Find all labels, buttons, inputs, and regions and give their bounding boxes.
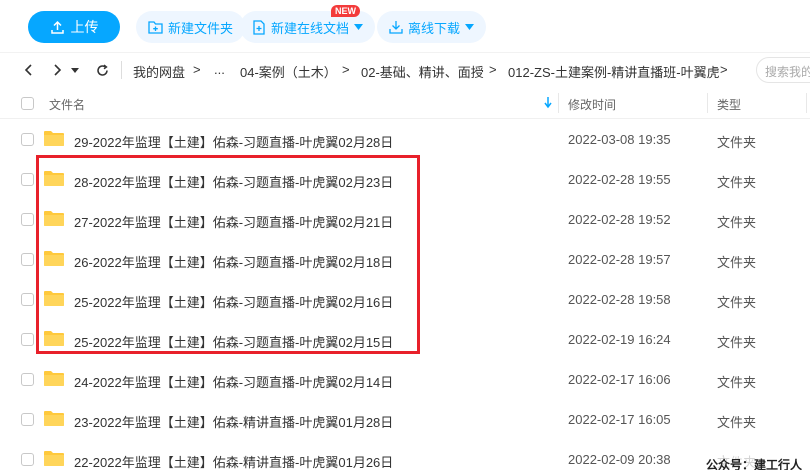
breadcrumb-item[interactable]: 02-基础、精讲、面授: [361, 62, 484, 81]
forward-icon: [54, 64, 62, 76]
file-type: 文件夹: [717, 375, 757, 390]
file-modified-time: 2022-02-17 16:05: [568, 412, 671, 427]
sort-arrow-icon[interactable]: [544, 97, 552, 109]
row-checkbox[interactable]: [21, 213, 34, 226]
file-type: 文件夹: [717, 135, 757, 150]
select-all-checkbox[interactable]: [21, 97, 34, 110]
search-input[interactable]: 搜索我的: [756, 57, 810, 83]
row-checkbox[interactable]: [21, 133, 34, 146]
download-icon: [389, 21, 403, 34]
row-checkbox[interactable]: [21, 413, 34, 426]
column-header-modified[interactable]: 修改时间: [568, 96, 616, 113]
offline-download-label: 离线下载: [408, 20, 461, 36]
breadcrumb-separator: >: [489, 62, 497, 77]
file-modified-time: 2022-02-19 16:24: [568, 332, 671, 347]
file-type: 文件夹: [717, 335, 757, 350]
file-type: 文件夹: [717, 175, 757, 190]
file-row[interactable]: 24-2022年监理【土建】佑森-习题直播-叶虎翼02月14日 2022-02-1…: [0, 359, 810, 399]
file-type: 文件夹: [717, 295, 757, 310]
folder-icon: [44, 451, 64, 466]
file-name[interactable]: 22-2022年监理【土建】佑森-精讲直播-叶虎翼01月26日: [74, 452, 393, 470]
navigation-bar: 我的网盘 > ... 04-案例（土木） > 02-基础、精讲、面授 > 012…: [0, 54, 810, 86]
forward-button[interactable]: [49, 61, 67, 79]
file-modified-time: 2022-02-17 16:06: [568, 372, 671, 387]
folder-icon: [44, 371, 64, 386]
new-doc-icon: [253, 19, 265, 35]
nav-divider: [121, 61, 122, 79]
breadcrumb-separator: >: [720, 62, 728, 77]
breadcrumb-current[interactable]: 012-ZS-土建案例-精讲直播班-叶翼虎: [508, 62, 720, 81]
column-divider[interactable]: [806, 93, 807, 113]
upload-icon: [50, 20, 64, 34]
breadcrumb-item[interactable]: 04-案例（土木）: [240, 62, 337, 81]
chevron-down-icon: [71, 67, 79, 73]
file-row[interactable]: 23-2022年监理【土建】佑森-精讲直播-叶虎翼01月28日 2022-02-1…: [0, 399, 810, 439]
folder-icon: [44, 131, 64, 146]
refresh-icon: [96, 63, 108, 76]
column-divider[interactable]: [558, 93, 559, 113]
back-button[interactable]: [19, 61, 37, 79]
column-header-name[interactable]: 文件名: [49, 96, 85, 113]
file-type: 文件夹: [717, 215, 757, 230]
table-header: 文件名 修改时间 类型: [0, 88, 810, 118]
toolbar-divider: [0, 52, 810, 53]
watermark: 公众号：建工行人: [706, 456, 803, 470]
file-row[interactable]: 29-2022年监理【土建】佑森-习题直播-叶虎翼02月28日 2022-03-0…: [0, 119, 810, 159]
folder-icon: [44, 411, 64, 426]
new-online-doc-label: 新建在线文档: [271, 20, 350, 36]
new-folder-label: 新建文件夹: [168, 20, 234, 36]
file-type: 文件夹: [717, 255, 757, 270]
file-modified-time: 2022-02-09 20:38: [568, 452, 671, 467]
file-modified-time: 2022-02-28 19:58: [568, 292, 671, 307]
column-header-type[interactable]: 类型: [717, 96, 741, 113]
upload-label: 上传: [70, 19, 99, 35]
new-folder-icon: [148, 21, 163, 34]
breadcrumb-separator: >: [193, 62, 201, 77]
upload-button[interactable]: 上传: [28, 11, 120, 43]
row-checkbox[interactable]: [21, 453, 34, 466]
back-icon: [24, 64, 32, 76]
file-modified-time: 2022-02-28 19:55: [568, 172, 671, 187]
file-modified-time: 2022-02-28 19:52: [568, 212, 671, 227]
offline-download-button[interactable]: 离线下载: [377, 11, 487, 43]
file-modified-time: 2022-02-28 19:57: [568, 252, 671, 267]
breadcrumb-separator: >: [342, 62, 350, 77]
toolbar: 上传 新建文件夹 新建在线文档 NEW 离线下载: [0, 0, 810, 52]
row-checkbox[interactable]: [21, 373, 34, 386]
chevron-down-icon: [465, 24, 475, 30]
file-name[interactable]: 29-2022年监理【土建】佑森-习题直播-叶虎翼02月28日: [74, 132, 393, 151]
file-type: 文件夹: [717, 415, 757, 430]
breadcrumb-ellipsis[interactable]: ...: [214, 62, 225, 77]
column-divider[interactable]: [707, 93, 708, 113]
file-name[interactable]: 24-2022年监理【土建】佑森-习题直播-叶虎翼02月14日: [74, 372, 393, 391]
row-checkbox[interactable]: [21, 293, 34, 306]
row-checkbox[interactable]: [21, 333, 34, 346]
row-checkbox[interactable]: [21, 173, 34, 186]
new-folder-button[interactable]: 新建文件夹: [136, 11, 246, 43]
file-row[interactable]: 22-2022年监理【土建】佑森-精讲直播-叶虎翼01月26日 2022-02-0…: [0, 439, 810, 470]
highlight-box: [36, 155, 420, 354]
breadcrumb-root[interactable]: 我的网盘: [133, 62, 185, 81]
chevron-down-icon: [354, 24, 364, 30]
refresh-button[interactable]: [93, 61, 111, 79]
row-checkbox[interactable]: [21, 253, 34, 266]
file-modified-time: 2022-03-08 19:35: [568, 132, 671, 147]
file-name[interactable]: 23-2022年监理【土建】佑森-精讲直播-叶虎翼01月28日: [74, 412, 393, 431]
new-badge: NEW: [331, 5, 360, 17]
history-dropdown[interactable]: [69, 61, 81, 79]
